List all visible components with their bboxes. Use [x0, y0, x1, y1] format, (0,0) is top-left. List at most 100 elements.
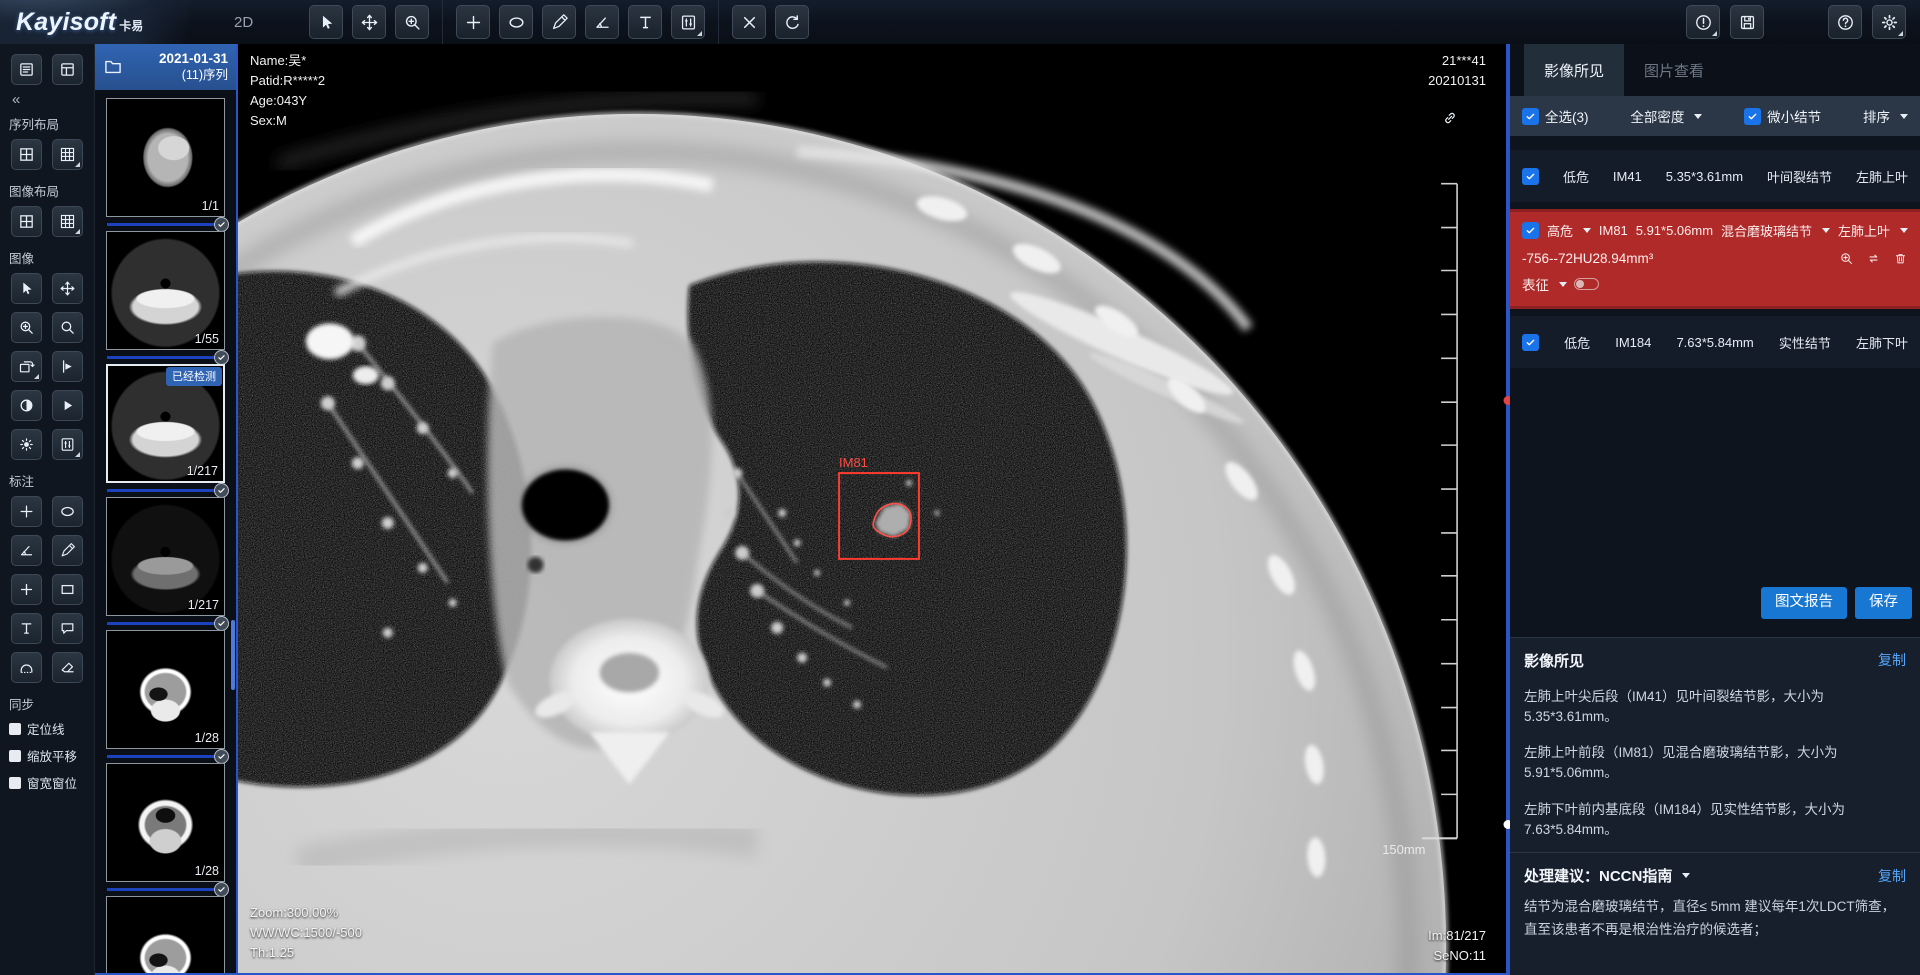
- image-invert-button[interactable]: [11, 390, 42, 421]
- series-thumbnail-6[interactable]: 1/28: [106, 763, 225, 882]
- save-button[interactable]: 保存: [1855, 587, 1912, 619]
- window-level-tool-button[interactable]: [671, 5, 705, 39]
- ct-image[interactable]: IM81 150mm: [238, 44, 1510, 973]
- series-grid-2x2-button[interactable]: [11, 139, 42, 170]
- pointer-tool-button[interactable]: [309, 5, 343, 39]
- series-grid-3x3-button[interactable]: [52, 139, 83, 170]
- nodule-location-dropdown[interactable]: 左肺上叶: [1838, 221, 1908, 240]
- checkbox-checked-icon[interactable]: [1522, 334, 1539, 351]
- text-tool-button[interactable]: [628, 5, 662, 39]
- grid-3x3-icon: [59, 146, 76, 163]
- checkbox-checked-icon[interactable]: [1522, 168, 1539, 185]
- brightness-button[interactable]: [11, 429, 42, 460]
- chevron-down-icon: [1559, 282, 1567, 287]
- sort-dropdown[interactable]: 排序: [1863, 106, 1908, 126]
- cine-play-button[interactable]: [52, 390, 83, 421]
- warning-button[interactable]: [1686, 5, 1720, 39]
- micro-nodule-checkbox[interactable]: 微小结节: [1744, 106, 1821, 126]
- nodule-row-im41[interactable]: 低危 IM41 5.35*3.61mm 叶间裂结节 左肺上叶: [1510, 150, 1920, 202]
- feature-dropdown[interactable]: 表征: [1522, 274, 1567, 294]
- annotate-plus-button[interactable]: [11, 574, 42, 605]
- ellipse-tool-button[interactable]: [499, 5, 533, 39]
- tab-image-view[interactable]: 图片查看: [1624, 44, 1724, 96]
- series-thumbnail-3-active[interactable]: 已经检测 1/217: [106, 364, 225, 483]
- series-number: SeNO:11: [1428, 946, 1486, 966]
- thumbnail-scrollbar[interactable]: [231, 620, 235, 690]
- collapse-sidebar-button[interactable]: «: [0, 89, 94, 107]
- report-button[interactable]: 图文报告: [1761, 587, 1847, 619]
- slice-scrollbar[interactable]: [1506, 44, 1510, 973]
- link-sync-icon[interactable]: [1442, 110, 1458, 126]
- image-magnify-button[interactable]: [52, 312, 83, 343]
- pointer-icon: [18, 280, 35, 297]
- checkbox-checked-icon[interactable]: [1522, 222, 1539, 239]
- image-rotate-button[interactable]: [11, 351, 42, 382]
- copy-advice-link[interactable]: 复制: [1878, 866, 1906, 886]
- panel-tabs: 影像所见 图片查看: [1510, 44, 1920, 96]
- series-thumbnail-7[interactable]: [106, 896, 225, 973]
- image-grid-2x2-button[interactable]: [11, 206, 42, 237]
- series-thumbnail-1[interactable]: 1/1: [106, 98, 225, 217]
- help-button[interactable]: [1828, 5, 1862, 39]
- image-zoom-in-button[interactable]: [11, 312, 42, 343]
- report-layout-button[interactable]: [11, 54, 42, 85]
- copy-findings-link[interactable]: 复制: [1878, 650, 1906, 670]
- density-filter-dropdown[interactable]: 全部密度: [1630, 106, 1702, 126]
- feature-toggle[interactable]: [1574, 278, 1599, 290]
- crosshair-tool-button[interactable]: [456, 5, 490, 39]
- sync-zoom-pan-checkbox[interactable]: 缩放平移: [0, 742, 94, 769]
- panel-spacer: [1510, 368, 1920, 587]
- nodule-row-im81-selected[interactable]: 高危 IM81 5.91*5.06mm 混合磨玻璃结节 左肺上叶: [1510, 209, 1920, 309]
- image-flip-button[interactable]: [52, 351, 83, 382]
- study-info-overlay: 21***41 20210131: [1428, 51, 1486, 91]
- series-thumbnail-4[interactable]: 1/217: [106, 497, 225, 616]
- annotate-bubble-button[interactable]: [52, 613, 83, 644]
- ruler-scale-label: 150mm: [1382, 842, 1425, 857]
- series-thumbnail-2[interactable]: 1/55: [106, 231, 225, 350]
- annotate-arc-ruler-button[interactable]: [11, 652, 42, 683]
- magnify-nodule-icon[interactable]: [1839, 251, 1854, 266]
- image-pointer-button[interactable]: [11, 273, 42, 304]
- annotate-text-button[interactable]: [11, 613, 42, 644]
- pencil-icon: [550, 13, 569, 32]
- delete-tool-button[interactable]: [732, 5, 766, 39]
- accession-number: 21***41: [1428, 51, 1486, 71]
- pan-tool-button[interactable]: [352, 5, 386, 39]
- current-slice-marker[interactable]: [1504, 820, 1511, 829]
- annotate-crosshair-button[interactable]: [11, 496, 42, 527]
- save-layout-button[interactable]: [1730, 5, 1764, 39]
- image-viewport[interactable]: IM81 150mm Name:吴* Patid:R*****2 Age:043…: [236, 44, 1510, 975]
- brand-name-cn: 卡易: [119, 17, 143, 34]
- settings-button[interactable]: [1872, 5, 1906, 39]
- annotate-rectangle-button[interactable]: [52, 574, 83, 605]
- sync-window-level-checkbox[interactable]: 窗宽窗位: [0, 769, 94, 796]
- window-level-preset-button[interactable]: [52, 429, 83, 460]
- annotate-angle-button[interactable]: [11, 535, 42, 566]
- angle-tool-button[interactable]: [585, 5, 619, 39]
- annotate-pencil-button[interactable]: [52, 535, 83, 566]
- sync-localizer-checkbox[interactable]: 定位线: [0, 715, 94, 742]
- risk-dropdown[interactable]: 高危: [1547, 221, 1591, 240]
- trash-icon[interactable]: [1893, 251, 1908, 266]
- annotate-ellipse-button[interactable]: [52, 496, 83, 527]
- pencil-tool-button[interactable]: [542, 5, 576, 39]
- sync-option-label: 窗宽窗位: [27, 773, 77, 792]
- guideline-dropdown[interactable]: NCCN指南: [1599, 865, 1690, 886]
- series-thumbnail-5[interactable]: 1/28: [106, 630, 225, 749]
- image-grid-3x3-button[interactable]: [52, 206, 83, 237]
- study-header[interactable]: 2021-01-31 (11)序列: [95, 44, 236, 90]
- annotate-eraser-button[interactable]: [52, 652, 83, 683]
- nodule-position-marker[interactable]: [1504, 396, 1511, 405]
- image-pan-button[interactable]: [52, 273, 83, 304]
- reset-tool-button[interactable]: [775, 5, 809, 39]
- series-progress-bar: [107, 883, 226, 895]
- select-all-checkbox[interactable]: 全选(3): [1522, 106, 1589, 126]
- series-progress-bar: [107, 351, 226, 363]
- tab-imaging-findings[interactable]: 影像所见: [1524, 44, 1624, 96]
- checkbox-unchecked-icon: [9, 723, 21, 735]
- compare-icon[interactable]: [1866, 251, 1881, 266]
- nodule-type-dropdown[interactable]: 混合磨玻璃结节: [1721, 221, 1830, 240]
- screen-layout-button[interactable]: [52, 54, 83, 85]
- zoom-in-tool-button[interactable]: [395, 5, 429, 39]
- nodule-row-im184[interactable]: 低危 IM184 7.63*5.84mm 实性结节 左肺下叶: [1510, 316, 1920, 368]
